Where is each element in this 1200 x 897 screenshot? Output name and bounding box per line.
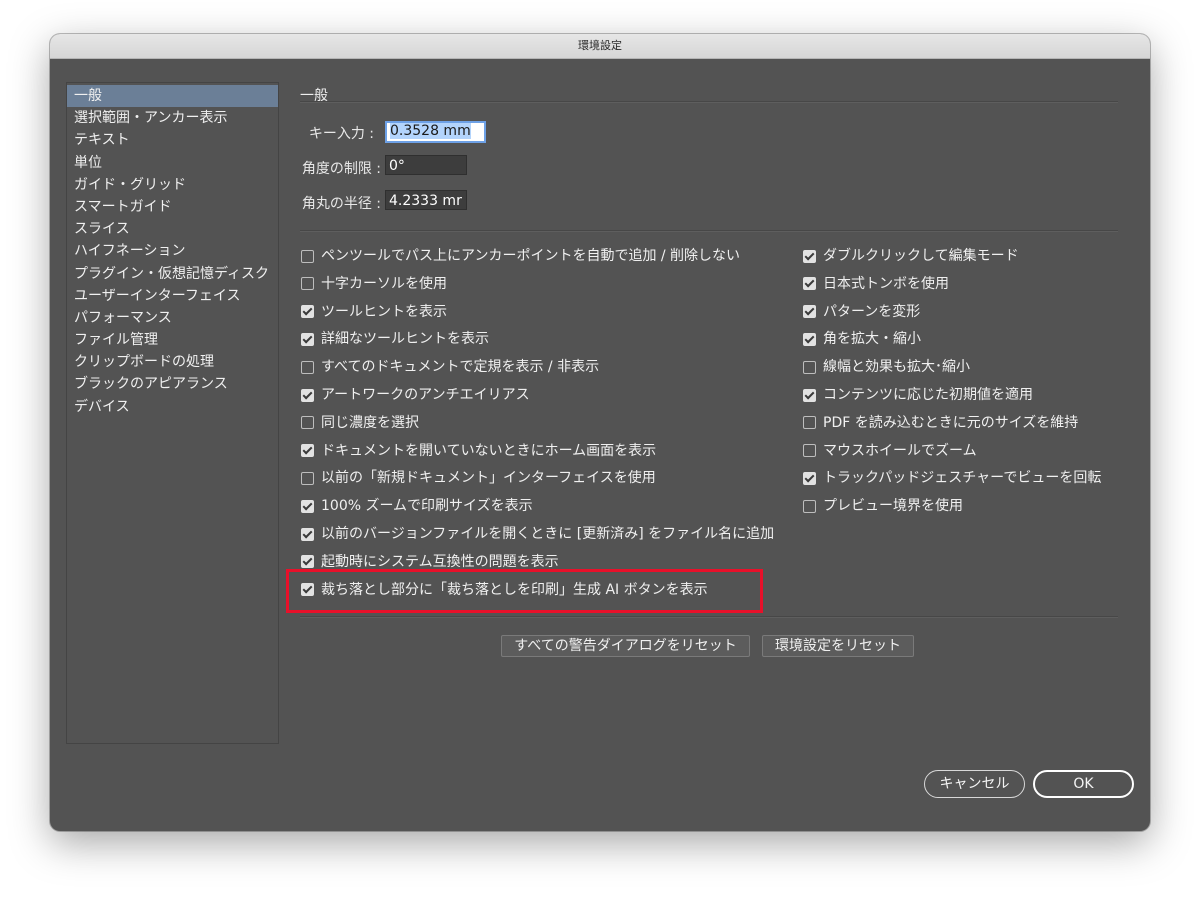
option-row[interactable]: 線幅と効果も拡大･縮小 <box>803 356 970 378</box>
option-label: すべてのドキュメントで定規を表示 / 非表示 <box>321 359 600 376</box>
highlight-annotation <box>286 569 763 613</box>
constrain-angle-label: 角度の制限 : <box>301 161 381 177</box>
checkbox-unchecked[interactable] <box>803 416 816 430</box>
option-row[interactable]: すべてのドキュメントで定規を表示 / 非表示 <box>301 356 599 378</box>
checkbox-unchecked[interactable] <box>301 277 314 291</box>
option-row[interactable]: ペンツールでパス上にアンカーポイントを自動で追加 / 削除しない <box>301 245 740 267</box>
checkbox-checked[interactable] <box>803 277 816 291</box>
option-label: パターンを変形 <box>823 303 921 320</box>
checkbox-checked[interactable] <box>803 305 816 319</box>
divider <box>300 230 1118 232</box>
checkbox-unchecked[interactable] <box>301 360 314 374</box>
option-label: 以前の「新規ドキュメント」インターフェイスを使用 <box>321 470 656 487</box>
option-label: ダブルクリックして編集モード <box>823 248 1019 264</box>
option-row[interactable]: PDF を読み込むときに元のサイズを維持 <box>803 412 1078 434</box>
option-label: トラックパッドジェスチャーでビューを回転 <box>823 470 1102 487</box>
checkbox-checked[interactable] <box>301 444 314 458</box>
option-row[interactable]: 同じ濃度を選択 <box>301 412 419 434</box>
option-row[interactable]: ドキュメントを開いていないときにホーム画面を表示 <box>301 440 656 462</box>
option-label: PDF を読み込むときに元のサイズを維持 <box>823 414 1079 431</box>
checkbox-unchecked[interactable] <box>803 499 816 513</box>
option-label: コンテンツに応じた初期値を適用 <box>823 387 1033 403</box>
sidebar-item[interactable]: 単位 <box>67 152 278 174</box>
option-label: 100% ズームで印刷サイズを表示 <box>321 498 533 515</box>
reset-preferences-button[interactable]: 環境設定をリセット <box>762 635 914 657</box>
option-row[interactable]: コンテンツに応じた初期値を適用 <box>803 384 1033 406</box>
reset-warnings-button[interactable]: すべての警告ダイアログをリセット <box>501 635 750 657</box>
sidebar-item[interactable]: クリップボードの処理 <box>67 351 278 373</box>
option-row[interactable]: 十字カーソルを使用 <box>301 273 447 295</box>
option-row[interactable]: パターンを変形 <box>803 301 920 323</box>
option-label: 線幅と効果も拡大･縮小 <box>823 359 970 376</box>
checkbox-checked[interactable] <box>301 527 314 541</box>
option-label: ドキュメントを開いていないときにホーム画面を表示 <box>321 442 657 459</box>
option-row[interactable]: トラックパッドジェスチャーでビューを回転 <box>803 467 1101 489</box>
sidebar-item[interactable]: プラグイン・仮想記憶ディスク <box>67 263 278 285</box>
option-row[interactable]: アートワークのアンチエイリアス <box>301 384 530 406</box>
option-label: ペンツールでパス上にアンカーポイントを自動で追加 / 削除しない <box>321 248 741 264</box>
category-sidebar: 一般 選択範囲・アンカー表示 テキスト 単位 ガイド・グリッド スマートガイド スライス ハイ… <box>66 82 279 744</box>
preferences-dialog: 環境設定 一般 選択範囲・アンカー表示 テキスト 単位 ガイド・グリッド スマートガイドス… <box>50 34 1150 831</box>
checkbox-unchecked[interactable] <box>301 416 314 430</box>
sidebar-item[interactable]: デバイス <box>67 396 278 418</box>
checkbox-checked[interactable] <box>803 388 816 402</box>
checkbox-unchecked[interactable] <box>803 360 816 374</box>
divider <box>300 101 1118 103</box>
option-label: 以前のバージョンファイルを開くときに [更新済み] をファイル名に追加 <box>321 526 775 542</box>
option-row[interactable]: ツールヒントを表示 <box>301 301 447 323</box>
option-label: 日本式トンボを使用 <box>823 275 949 292</box>
checkbox-checked[interactable] <box>301 499 314 513</box>
option-label: 十字カーソルを使用 <box>321 275 447 292</box>
ok-button[interactable]: OK <box>1033 770 1134 798</box>
option-label: 詳細なツールヒントを表示 <box>321 331 489 348</box>
checkbox-checked[interactable] <box>301 555 314 569</box>
sidebar-item[interactable]: 一般 <box>67 85 278 108</box>
sidebar-item[interactable]: ユーザーインターフェイス <box>67 285 278 307</box>
window-title: 環境設定 <box>50 34 1150 59</box>
option-label: アートワークのアンチエイリアス <box>321 387 530 403</box>
option-label: ツールヒントを表示 <box>321 303 447 320</box>
sidebar-item[interactable]: スライス <box>67 218 278 240</box>
option-label: マウスホイールでズーム <box>823 442 977 459</box>
checkbox-checked[interactable] <box>803 332 816 346</box>
checkbox-unchecked[interactable] <box>803 444 816 458</box>
option-row[interactable]: 以前のバージョンファイルを開くときに [更新済み] をファイル名に追加 <box>301 523 774 545</box>
sidebar-item[interactable]: ファイル管理 <box>67 329 278 351</box>
key-input-field[interactable]: 0.3528 mm <box>385 121 486 143</box>
checkbox-checked[interactable] <box>803 471 816 485</box>
checkbox-checked[interactable] <box>301 305 314 319</box>
checkbox-checked[interactable] <box>803 249 816 263</box>
cancel-button[interactable]: キャンセル <box>924 770 1025 798</box>
sidebar-item[interactable]: スマートガイド <box>67 196 278 218</box>
sidebar-item[interactable]: ガイド・グリッド <box>67 174 278 196</box>
checkbox-checked[interactable] <box>301 388 314 402</box>
sidebar-item[interactable]: パフォーマンス <box>67 307 278 329</box>
sidebar-item[interactable]: ブラックのアピアランス <box>67 373 278 395</box>
option-label: 角を拡大・縮小 <box>823 331 921 348</box>
corner-radius-label: 角丸の半径 : <box>301 196 381 212</box>
option-row[interactable]: 角を拡大・縮小 <box>803 328 921 350</box>
checkbox-unchecked[interactable] <box>301 249 314 263</box>
option-row[interactable]: マウスホイールでズーム <box>803 440 977 462</box>
option-row[interactable]: 日本式トンボを使用 <box>803 273 949 295</box>
constrain-angle-field[interactable]: 0° <box>385 155 467 175</box>
option-row[interactable]: プレビュー境界を使用 <box>803 495 963 517</box>
sidebar-item[interactable]: ハイフネーション <box>67 240 278 262</box>
option-row[interactable]: ダブルクリックして編集モード <box>803 245 1019 267</box>
key-input-label: キー入力 : <box>308 126 374 142</box>
option-label: 同じ濃度を選択 <box>321 414 419 431</box>
option-row[interactable]: 詳細なツールヒントを表示 <box>301 328 489 350</box>
option-row[interactable]: 100% ズームで印刷サイズを表示 <box>301 495 533 517</box>
option-label: プレビュー境界を使用 <box>823 498 963 515</box>
corner-radius-field[interactable]: 4.2333 mr <box>385 190 467 210</box>
divider <box>300 616 1118 618</box>
checkbox-checked[interactable] <box>301 332 314 346</box>
checkbox-unchecked[interactable] <box>301 471 314 485</box>
option-row[interactable]: 以前の「新規ドキュメント」インターフェイスを使用 <box>301 467 656 489</box>
